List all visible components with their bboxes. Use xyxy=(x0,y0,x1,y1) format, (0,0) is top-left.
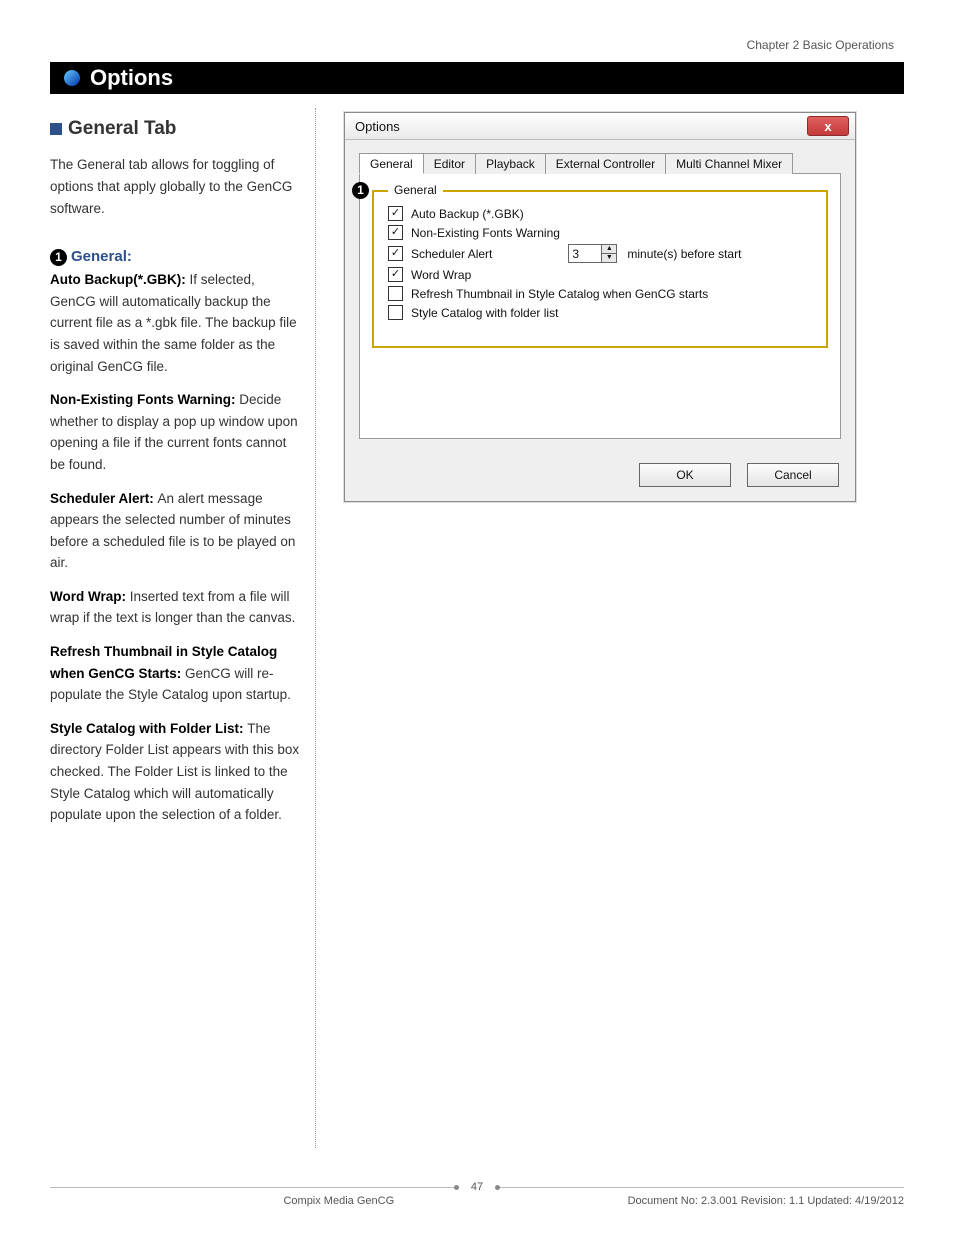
options-dialog: Options x General Editor Playback Extern… xyxy=(344,112,856,502)
doc-info: Document No: 2.3.001 Revision: 1.1 Updat… xyxy=(628,1195,904,1207)
tab-multi-channel-mixer[interactable]: Multi Channel Mixer xyxy=(665,153,793,174)
page-footer: 47 Compix Media GenCG Document No: 2.3.0… xyxy=(50,1181,904,1207)
column-divider xyxy=(314,108,316,1148)
product-name: Compix Media GenCG xyxy=(283,1195,394,1207)
spin-up-button[interactable]: ▲ xyxy=(602,245,616,254)
group-legend: General xyxy=(388,183,443,197)
intro-paragraph: The General tab allows for toggling of o… xyxy=(50,154,300,219)
word-wrap-checkbox[interactable]: ✓ xyxy=(388,267,403,282)
option-desc: Non-Existing Fonts Warning: Decide wheth… xyxy=(50,389,300,475)
section-title-bar: Options xyxy=(50,62,904,94)
cancel-button[interactable]: Cancel xyxy=(747,463,839,487)
scheduler-minutes-input[interactable]: 3 xyxy=(568,244,602,263)
tab-general[interactable]: General xyxy=(359,153,424,174)
tab-editor[interactable]: Editor xyxy=(423,153,476,174)
option-desc: Style Catalog with Folder List: The dire… xyxy=(50,718,300,826)
bullet-dot-icon xyxy=(64,70,80,86)
auto-backup-checkbox[interactable]: ✓ xyxy=(388,206,403,221)
description-column: General Tab The General tab allows for t… xyxy=(50,108,314,1148)
scheduler-alert-checkbox[interactable]: ✓ xyxy=(388,246,403,261)
style-folder-checkbox[interactable] xyxy=(388,305,403,320)
fonts-warning-label: Non-Existing Fonts Warning xyxy=(411,226,560,240)
dialog-titlebar: Options x xyxy=(345,113,855,140)
refresh-thumb-label: Refresh Thumbnail in Style Catalog when … xyxy=(411,287,708,301)
fonts-warning-checkbox[interactable]: ✓ xyxy=(388,225,403,240)
style-folder-label: Style Catalog with folder list xyxy=(411,306,558,320)
general-group: 1 General ✓ Auto Backup (*.GBK) ✓ Non-Ex… xyxy=(372,190,828,348)
section-title: Options xyxy=(90,65,173,91)
refresh-thumb-checkbox[interactable] xyxy=(388,286,403,301)
dialog-tabs: General Editor Playback External Control… xyxy=(359,152,841,174)
option-desc: Scheduler Alert: An alert message appear… xyxy=(50,488,300,574)
scheduler-suffix: minute(s) before start xyxy=(627,247,741,261)
option-desc: Refresh Thumbnail in Style Catalog when … xyxy=(50,641,300,706)
group-heading: General: xyxy=(71,248,132,265)
tab-playback[interactable]: Playback xyxy=(475,153,546,174)
word-wrap-label: Word Wrap xyxy=(411,268,471,282)
option-desc: Auto Backup(*.GBK): If selected, GenCG w… xyxy=(50,269,300,377)
callout-number-icon: 1 xyxy=(352,182,369,199)
page-number: 47 xyxy=(459,1181,495,1193)
spin-down-button[interactable]: ▼ xyxy=(602,254,616,262)
option-desc: Word Wrap: Inserted text from a file wil… xyxy=(50,586,300,629)
subsection-heading: General Tab xyxy=(68,118,176,139)
close-icon: x xyxy=(824,120,831,133)
callout-number-icon: 1 xyxy=(50,249,67,266)
chapter-label: Chapter 2 Basic Operations xyxy=(747,38,894,52)
tab-panel-general: 1 General ✓ Auto Backup (*.GBK) ✓ Non-Ex… xyxy=(359,174,841,439)
tab-external-controller[interactable]: External Controller xyxy=(545,153,666,174)
scheduler-alert-label: Scheduler Alert xyxy=(411,247,492,261)
close-button[interactable]: x xyxy=(807,116,849,136)
auto-backup-label: Auto Backup (*.GBK) xyxy=(411,207,524,221)
square-bullet-icon xyxy=(50,123,62,135)
ok-button[interactable]: OK xyxy=(639,463,731,487)
dialog-title: Options xyxy=(355,119,400,134)
